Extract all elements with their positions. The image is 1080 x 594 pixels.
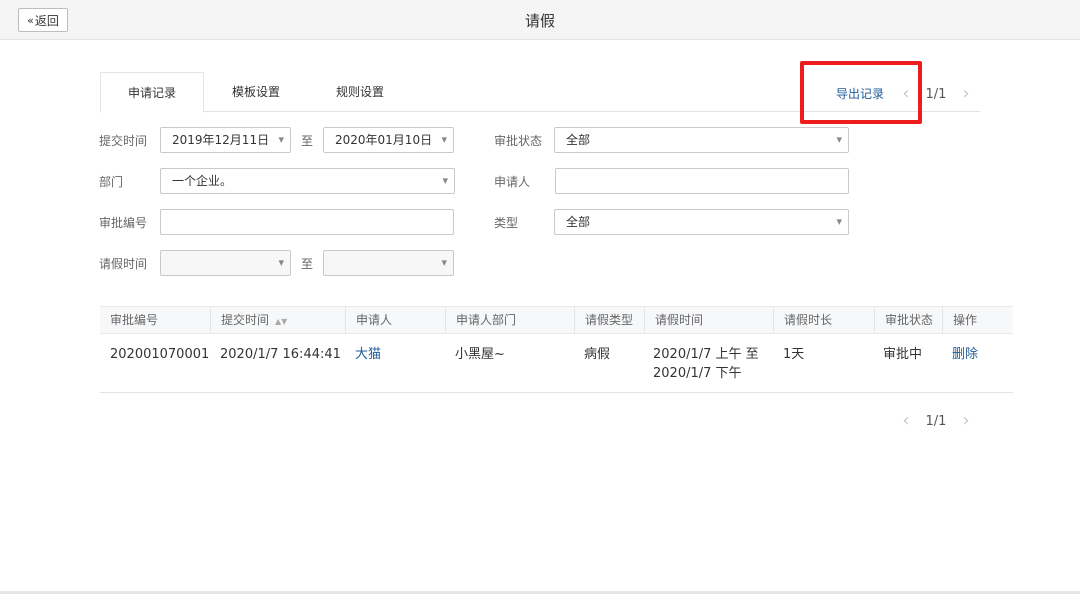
column-header: 审批状态 xyxy=(874,307,942,333)
top-pagination: ‹ 1/1 › xyxy=(898,84,982,104)
column-header: 请假类型 xyxy=(574,307,644,333)
table-header: 审批编号 提交时间 ▲▼ 申请人 申请人部门 请假类型 请假时间 请假时长 审批状… xyxy=(100,306,1013,334)
cell-duration: 1天 xyxy=(783,347,805,362)
sort-icon[interactable]: ▲▼ xyxy=(275,317,287,326)
prev-page-icon[interactable]: ‹ xyxy=(898,412,914,430)
submit-time-to-select[interactable]: 2020年01月10日 xyxy=(323,127,454,153)
department-select[interactable]: 一个企业。 xyxy=(160,168,455,194)
cell-status: 审批中 xyxy=(883,347,923,362)
tab-template-settings[interactable]: 模板设置 xyxy=(204,72,308,112)
next-page-icon[interactable]: › xyxy=(958,85,974,103)
range-to-label: 至 xyxy=(301,134,314,148)
next-page-icon[interactable]: › xyxy=(958,412,974,430)
page-indicator: 1/1 xyxy=(925,86,947,102)
range-to-label: 至 xyxy=(301,257,314,271)
cell-department: 小黑屋~ xyxy=(455,347,505,362)
submit-time-label: 提交时间 xyxy=(99,134,148,148)
column-header: 请假时间 xyxy=(644,307,773,333)
delete-link[interactable]: 删除 xyxy=(942,345,978,364)
cell-leave-time: 2020/1/7 上午 至 2020/1/7 下午 xyxy=(643,345,759,383)
cell-submit-time: 2020/1/7 16:44:41 xyxy=(220,347,341,362)
cell-approval-no: 202001070001 xyxy=(110,347,210,362)
department-label: 部门 xyxy=(99,175,124,189)
cell-leave-type: 病假 xyxy=(584,347,611,362)
type-select[interactable]: 全部 xyxy=(554,209,849,235)
type-label: 类型 xyxy=(494,216,519,230)
leave-time-line: 2020/1/7 上午 至 xyxy=(653,347,759,362)
column-header: 申请人 xyxy=(345,307,445,333)
table-row: 202001070001 2020/1/7 16:44:41 大猫 小黑屋~ 病… xyxy=(100,334,1013,393)
column-header: 申请人部门 xyxy=(445,307,574,333)
prev-page-icon[interactable]: ‹ xyxy=(898,85,914,103)
leave-time-line: 2020/1/7 下午 xyxy=(653,366,742,381)
applicant-label: 申请人 xyxy=(494,175,531,189)
leave-time-to-select[interactable] xyxy=(323,250,454,276)
submit-time-from-select[interactable]: 2019年12月11日 xyxy=(160,127,291,153)
bottom-pagination: ‹ 1/1 › xyxy=(898,411,982,431)
tab-rule-settings[interactable]: 规则设置 xyxy=(308,72,412,112)
leave-time-label: 请假时间 xyxy=(99,257,148,271)
applicant-link[interactable]: 大猫 xyxy=(345,345,381,364)
column-header-label: 提交时间 xyxy=(221,313,270,327)
column-header: 审批编号 xyxy=(110,313,159,327)
approval-no-label: 审批编号 xyxy=(99,216,148,230)
page-title: 请假 xyxy=(524,12,555,30)
approval-no-input[interactable] xyxy=(160,209,454,235)
approval-status-label: 审批状态 xyxy=(494,134,543,148)
approval-status-select[interactable]: 全部 xyxy=(554,127,849,153)
top-bar: « 返回 请假 xyxy=(0,0,1080,40)
page-indicator: 1/1 xyxy=(925,413,947,429)
tab-application-records[interactable]: 申请记录 xyxy=(100,72,204,113)
column-header-submit-time[interactable]: 提交时间 ▲▼ xyxy=(210,307,345,333)
leave-time-from-select[interactable] xyxy=(160,250,291,276)
column-header: 请假时长 xyxy=(773,307,874,333)
applicant-input[interactable] xyxy=(555,168,849,194)
column-header: 操作 xyxy=(942,307,1013,333)
